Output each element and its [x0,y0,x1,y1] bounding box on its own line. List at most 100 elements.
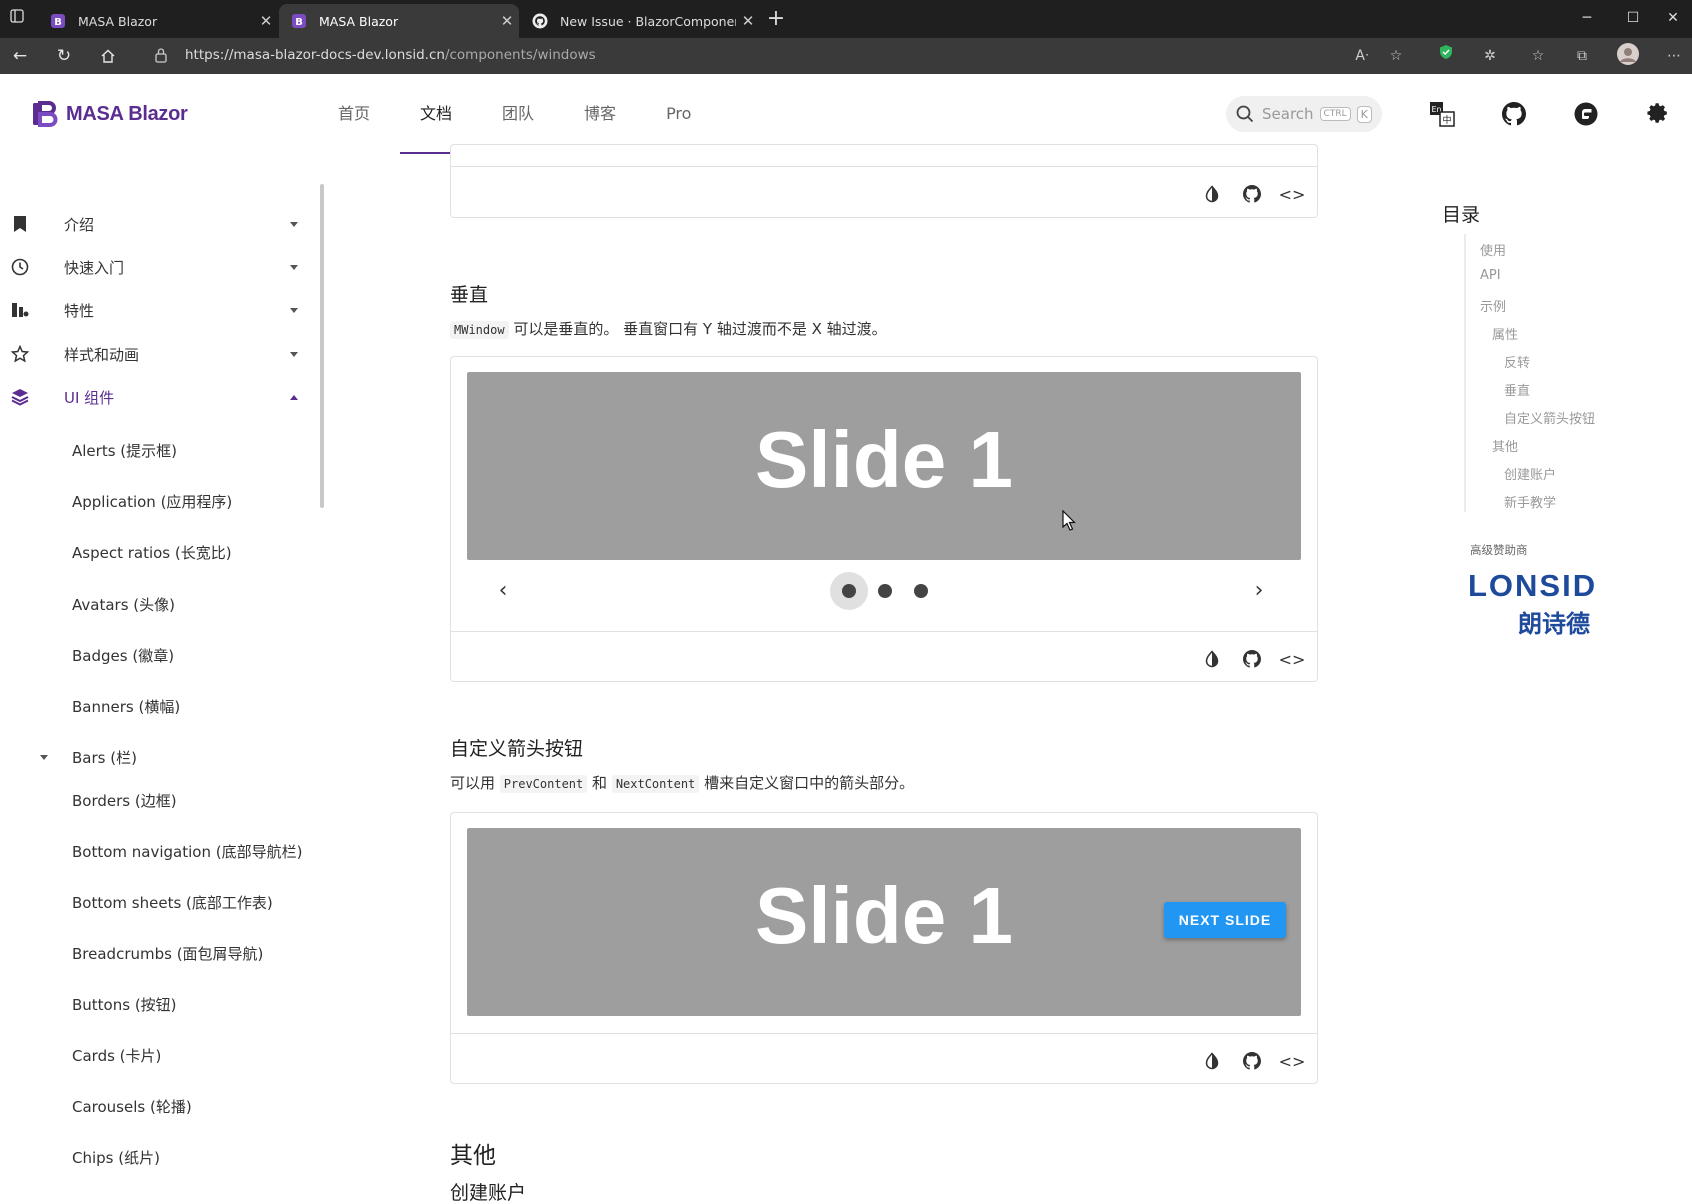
browser-tab-2[interactable]: B MASA Blazor ✕ [279,4,519,38]
github-icon[interactable] [1241,183,1263,205]
new-tab-button[interactable]: + [762,6,790,34]
sidebar-group-bars[interactable]: Bars (栏) [72,747,137,768]
more-menu-icon[interactable]: ⋯ [1660,42,1688,70]
sidebar-item-features[interactable]: 特性 [0,290,310,330]
view-code-icon[interactable]: <> [1279,648,1306,670]
toc-link-api[interactable]: API [1480,268,1501,283]
theme-toggle-icon[interactable] [1201,648,1223,670]
sidebar-link-avatars[interactable]: Avatars (头像) [72,594,175,615]
next-slide-button[interactable]: NEXT SLIDE [1164,902,1286,938]
sidebar-link-bottom-sheets[interactable]: Bottom sheets (底部工作表) [72,892,273,913]
svg-text:B: B [295,17,303,28]
sidebar-link-bottom-navigation[interactable]: Bottom navigation (底部导航栏) [72,841,302,862]
nav-docs[interactable]: 文档 [400,74,473,154]
search-button[interactable]: Search CTRL K [1226,96,1382,132]
theme-toggle-icon[interactable] [1201,183,1223,205]
sidebar-link-aspect-ratios[interactable]: Aspect ratios (长宽比) [72,542,232,563]
window-dot-1[interactable] [842,584,856,598]
sidebar-link-alerts[interactable]: Alerts (提示框) [72,440,177,461]
site-logo[interactable]: MASA Blazor [30,100,188,128]
chevron-down-icon[interactable] [40,755,48,760]
toc-link-create-account[interactable]: 创建账户 [1504,464,1556,483]
toc-link-misc[interactable]: 其他 [1492,436,1518,455]
refresh-icon[interactable]: ↻ [50,42,78,70]
sidebar-scrollbar[interactable] [320,184,324,508]
desc-text: 可以是垂直的。 垂直窗口有 Y 轴过渡而不是 X 轴过渡。 [508,320,887,338]
theme-toggle-icon[interactable] [1201,1050,1223,1072]
browser-toolbar: ← ↻ https://masa-blazor-docs-dev.lonsid.… [0,38,1692,74]
sidebar-item-label: 快速入门 [64,258,125,277]
back-icon[interactable]: ← [6,42,34,70]
translate-icon[interactable]: En 中 [1428,100,1456,128]
close-tab-icon[interactable]: ✕ [736,12,760,30]
sidebar-item-intro[interactable]: 介绍 [0,204,310,244]
window-dot-2[interactable] [878,584,892,598]
section-title-other: 其他 [450,1143,496,1169]
nav-home[interactable]: 首页 [318,74,390,154]
section-desc-vertical: MWindow 可以是垂直的。 垂直窗口有 Y 轴过渡而不是 X 轴过渡。 [450,318,887,339]
nav-blog[interactable]: 博客 [564,74,636,154]
settings-gear-icon[interactable] [1644,100,1672,128]
browser-tab-1[interactable]: B MASA Blazor ✕ [38,4,278,38]
toc-link-vertical[interactable]: 垂直 [1504,380,1530,399]
sidebar-item-getting-started[interactable]: 快速入门 [0,247,310,287]
window-slide: Slide 1 NEXT SLIDE [467,828,1301,1016]
github-icon[interactable] [1241,648,1263,670]
github-icon[interactable] [1241,1050,1263,1072]
sidebar-link-carousels[interactable]: Carousels (轮播) [72,1096,192,1117]
sponsor-logo-cn[interactable]: 朗诗德 [1518,604,1590,639]
inline-code: MWindow [450,321,509,339]
close-tab-icon[interactable]: ✕ [254,12,278,30]
sidebar-link-borders[interactable]: Borders (边框) [72,790,177,811]
sidebar-link-breadcrumbs[interactable]: Breadcrumbs (面包屑导航) [72,943,263,964]
sidebar-link-application[interactable]: Application (应用程序) [72,491,232,512]
sidebar-link-buttons[interactable]: Buttons (按钮) [72,994,177,1015]
lock-icon[interactable] [154,47,172,65]
shield-extension-icon[interactable] [1432,42,1460,70]
sidebar-link-chips[interactable]: Chips (纸片) [72,1147,160,1168]
next-arrow-icon[interactable]: › [1247,579,1271,603]
toc-link-tutorial[interactable]: 新手教学 [1504,492,1556,511]
nav-pro[interactable]: Pro [646,74,711,154]
toc-link-props[interactable]: 属性 [1492,324,1518,343]
profile-avatar[interactable] [1614,42,1642,70]
toc-link-examples[interactable]: 示例 [1480,296,1506,315]
address-bar[interactable]: https://masa-blazor-docs-dev.lonsid.cn/c… [138,41,1388,71]
read-aloud-icon[interactable]: Aᐧ [1348,42,1376,70]
nav-team[interactable]: 团队 [482,74,554,154]
section-desc-custom-arrows: 可以用 PrevContent 和 NextContent 槽来自定义窗口中的箭… [450,772,914,793]
view-code-icon[interactable]: <> [1279,183,1306,205]
browser-tab-3[interactable]: New Issue · BlazorComponent/M ✕ [520,4,760,38]
search-icon [1236,105,1254,123]
home-icon[interactable] [94,42,122,70]
sponsor-logo[interactable]: LONSID [1468,568,1646,604]
tab-actions-icon[interactable] [6,8,28,30]
toc-link-usage[interactable]: 使用 [1480,240,1506,259]
favorites-icon[interactable]: ☆ [1524,42,1552,70]
sidebar-item-ui-components[interactable]: UI 组件 [0,377,310,417]
top-nav: 首页 文档 团队 博客 Pro [318,74,721,154]
chevron-down-icon [290,351,298,357]
sidebar-link-banners[interactable]: Banners (横幅) [72,696,180,717]
sidebar-link-badges[interactable]: Badges (徽章) [72,645,174,666]
minimize-window-icon[interactable]: ─ [1564,4,1610,32]
inline-code: NextContent [611,775,700,793]
brand-name: MASA Blazor [66,102,188,125]
url-host: https://masa-blazor-docs-dev.lonsid.cn [185,47,445,63]
collections-icon[interactable]: ⧉ [1568,42,1596,70]
sidebar-link-cards[interactable]: Cards (卡片) [72,1045,161,1066]
toc-link-reverse[interactable]: 反转 [1504,352,1530,371]
prev-arrow-icon[interactable]: ‹ [491,579,515,603]
github-icon[interactable] [1500,100,1528,128]
toc-link-custom-arrows[interactable]: 自定义箭头按钮 [1504,408,1595,427]
layers-icon [10,387,30,407]
close-tab-icon[interactable]: ✕ [495,12,519,30]
sidebar-item-styles[interactable]: 样式和动画 [0,334,310,374]
gitee-icon[interactable] [1572,100,1600,128]
window-dot-3[interactable] [914,584,928,598]
close-window-icon[interactable]: ✕ [1650,4,1692,32]
sidebar-nav: 介绍 快速入门 特性 样式和动画 UI 组件 Alerts (提示框) Appl… [0,154,332,1204]
add-favorite-icon[interactable]: ☆ [1382,42,1410,70]
view-code-icon[interactable]: <> [1279,1050,1306,1072]
extensions-icon[interactable]: ✲ [1476,42,1504,70]
